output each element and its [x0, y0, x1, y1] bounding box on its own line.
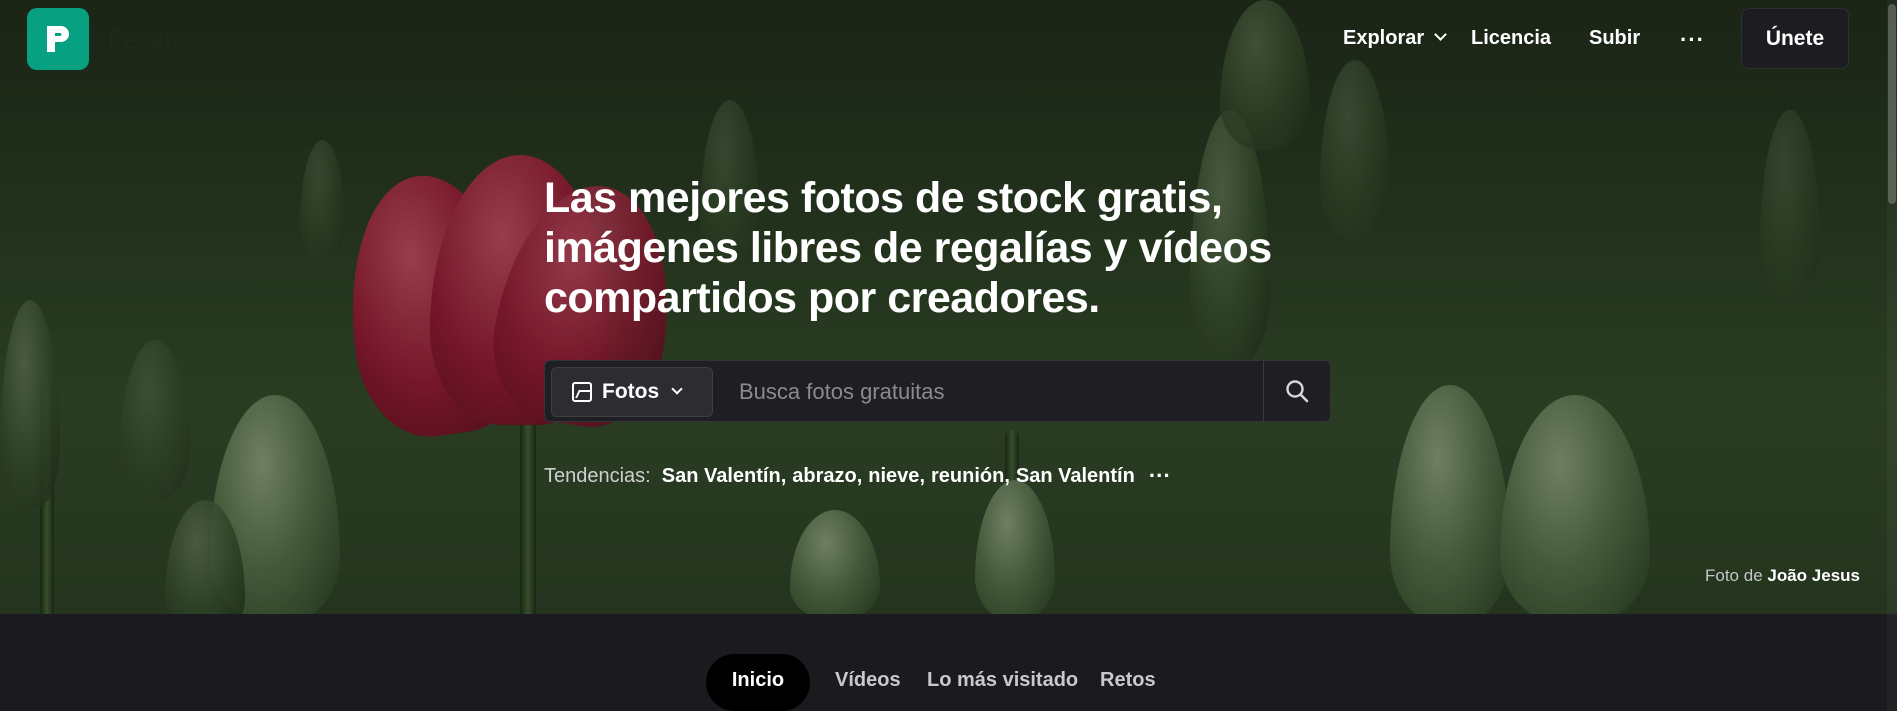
trend-tag[interactable]: San Valentín [1016, 465, 1135, 488]
search-bar: Fotos [544, 360, 1331, 422]
trends-label: Tendencias: [544, 464, 651, 487]
trend-separator: , [780, 464, 787, 487]
trend-tag[interactable]: abrazo [792, 465, 856, 488]
hero-headline: Las mejores fotos de stock gratis, imáge… [544, 174, 1272, 322]
search-type-label: Fotos [602, 380, 660, 403]
more-dots-icon[interactable]: ··· [1149, 463, 1171, 489]
trend-separator: , [919, 464, 925, 487]
chevron-down-icon [1434, 28, 1448, 41]
scrollbar-thumb[interactable] [1888, 4, 1896, 204]
join-button[interactable]: Únete [1741, 8, 1849, 69]
nav-license[interactable]: Licencia [1471, 27, 1551, 50]
search-icon [1286, 380, 1309, 403]
search-button[interactable] [1264, 361, 1330, 421]
home-tabs: Inicio Vídeos Lo más visitado Retos [0, 614, 1897, 711]
search-type-dropdown[interactable]: Fotos [551, 367, 713, 417]
nav-upload[interactable]: Subir [1589, 27, 1640, 50]
pexels-logo-glyph [47, 26, 69, 52]
tab-home[interactable]: Inicio [706, 654, 810, 711]
photo-credit-author[interactable]: João Jesus [1767, 566, 1860, 585]
trend-separator: , [856, 464, 863, 487]
page-scrollbar[interactable] [1887, 0, 1897, 711]
tab-most-visited[interactable]: Lo más visitado [927, 669, 1078, 692]
brand-name[interactable]: Pexels [108, 26, 183, 55]
search-input[interactable] [739, 373, 1259, 411]
trend-separator: , [1004, 464, 1010, 487]
chevron-down-icon [671, 383, 683, 395]
tab-challenges[interactable]: Retos [1100, 669, 1156, 692]
trend-tag[interactable]: reunión [931, 465, 1004, 488]
trending-searches: Tendencias: San Valentín, abrazo, nieve,… [544, 463, 1171, 489]
more-dots-icon[interactable]: ··· [1680, 27, 1705, 53]
nav-explore[interactable]: Explorar [1343, 27, 1448, 50]
image-icon [572, 382, 592, 402]
trend-tag[interactable]: nieve [868, 465, 919, 488]
trend-tag[interactable]: San Valentín [662, 465, 781, 488]
tab-videos[interactable]: Vídeos [835, 669, 901, 692]
photo-credit-prefix: Foto de [1705, 566, 1763, 585]
nav-explore-label: Explorar [1343, 27, 1425, 49]
photo-credit: Foto de João Jesus [1705, 566, 1860, 586]
pexels-logo-icon[interactable] [27, 8, 89, 70]
